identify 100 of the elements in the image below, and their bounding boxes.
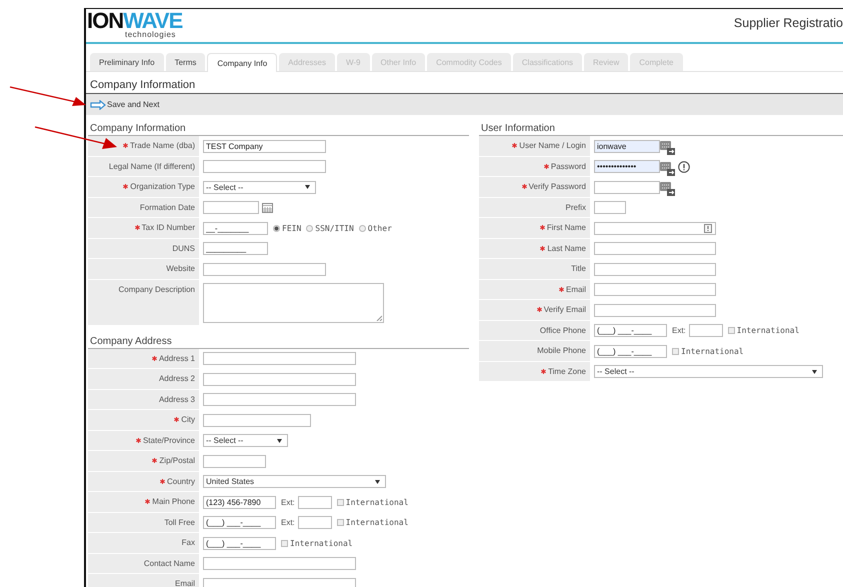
save-next-button[interactable]: Save and Next: [90, 98, 160, 112]
field-label: Zip/Postal: [159, 456, 195, 465]
checkbox-label: International: [290, 538, 353, 548]
checkbox-label: International: [346, 518, 408, 527]
field-label: Company Description: [118, 284, 195, 294]
input-field[interactable]: [594, 222, 716, 234]
input-field[interactable]: [203, 262, 326, 276]
ext-label: Ext:: [672, 326, 686, 335]
checkbox[interactable]: [728, 327, 735, 334]
phone-field[interactable]: (123) 456-7890: [203, 496, 276, 508]
field-label: Formation Date: [140, 202, 195, 212]
input-field[interactable]: [594, 180, 660, 194]
field-label: Address 3: [158, 394, 195, 404]
input-field[interactable]: [203, 454, 266, 468]
ext-field[interactable]: [298, 496, 332, 508]
field-label: DUNS: [172, 244, 195, 252]
checkbox[interactable]: [281, 540, 288, 546]
field-label: Prefix: [566, 202, 586, 212]
field-label: Time Zone: [548, 366, 586, 376]
tab[interactable]: Company Info: [207, 53, 278, 72]
keypad-icon[interactable]: [660, 162, 675, 176]
field-label: Fax: [182, 538, 195, 547]
input-field[interactable]: ••••••••••••••: [594, 160, 660, 173]
field-label: Country: [166, 476, 195, 486]
field-label: Email: [566, 284, 586, 294]
radio-button[interactable]: [358, 224, 366, 232]
field-label: Verify Password: [528, 182, 586, 191]
input-field[interactable]: _________: [203, 242, 268, 255]
input-field[interactable]: [203, 557, 356, 570]
select-field[interactable]: United States: [203, 475, 386, 488]
select-field[interactable]: -- Select --: [203, 434, 288, 447]
input-field[interactable]: [594, 242, 716, 255]
phone-field[interactable]: (___) ___-____: [594, 344, 667, 358]
info-icon[interactable]: [678, 160, 690, 172]
field-label: Main Phone: [152, 497, 195, 506]
ext-label: Ext:: [281, 498, 295, 506]
input-field[interactable]: [203, 372, 356, 386]
tab[interactable]: Preliminary Info: [90, 53, 164, 71]
input-field[interactable]: [203, 201, 259, 214]
field-label: Toll Free: [164, 518, 195, 526]
input-field[interactable]: [203, 578, 356, 587]
radio-label: Other: [368, 224, 392, 232]
keypad-icon[interactable]: [660, 141, 675, 155]
field-label: Mobile Phone: [537, 346, 586, 355]
input-field[interactable]: [203, 414, 311, 426]
caret-icon: [305, 185, 310, 189]
input-field[interactable]: [203, 160, 326, 173]
ext-field[interactable]: [298, 516, 332, 529]
input-field[interactable]: [203, 352, 356, 365]
radio-label: SSN/ITIN: [315, 224, 354, 232]
page-header-title: Supplier Registratio: [734, 16, 843, 30]
field-label: Last Name: [547, 244, 586, 252]
phone-field[interactable]: (___) ___-____: [203, 516, 276, 529]
field-label: Address 1: [158, 354, 195, 362]
select-field[interactable]: -- Select --: [203, 180, 316, 194]
checkbox-label: International: [736, 326, 800, 335]
checkbox[interactable]: [336, 498, 344, 506]
logo-wordmark: IONWAVE: [87, 11, 182, 31]
ext-field[interactable]: [688, 324, 723, 337]
input-field[interactable]: TEST Company: [203, 140, 326, 152]
checkbox-label: International: [346, 498, 408, 506]
ext-label: Ext:: [281, 518, 295, 527]
field-label: Password: [550, 162, 586, 170]
phone-field[interactable]: (___) ___-____: [203, 536, 276, 550]
tab[interactable]: Terms: [166, 53, 206, 71]
input-field[interactable]: [594, 201, 626, 214]
caret-icon: [375, 480, 380, 484]
field-label: State/Province: [142, 436, 195, 444]
field-label: Trade Name (dba): [130, 141, 195, 150]
input-field[interactable]: [594, 304, 716, 316]
field-label: Tax ID Number: [142, 223, 195, 232]
input-field[interactable]: __-_______: [203, 222, 268, 234]
field-label: Address 2: [158, 374, 195, 383]
field-label: Email: [174, 579, 195, 587]
checkbox[interactable]: [336, 519, 344, 526]
caret-icon: [277, 438, 282, 442]
select-field[interactable]: -- Select --: [594, 365, 823, 378]
field-label: Office Phone: [540, 326, 586, 334]
field-label: Verify Email: [544, 305, 586, 314]
radio-button[interactable]: [273, 224, 280, 232]
caret-icon: [812, 370, 817, 374]
checkbox[interactable]: [672, 348, 679, 354]
radio-label: FEIN: [282, 224, 302, 232]
input-field[interactable]: [594, 283, 716, 296]
phone-field[interactable]: (___) ___-____: [594, 324, 667, 337]
resize-grip-icon[interactable]: [376, 314, 382, 320]
checkbox-label: International: [681, 346, 744, 356]
field-label: User Name / Login: [519, 141, 586, 150]
radio-button[interactable]: [306, 224, 314, 232]
field-label: First Name: [546, 223, 586, 232]
field-label: Legal Name (If different): [108, 162, 195, 170]
keypad-icon[interactable]: [660, 182, 675, 196]
field-label: Contact Name: [144, 558, 195, 568]
textarea-field[interactable]: [203, 282, 384, 322]
calendar-icon[interactable]: [262, 202, 273, 212]
field-label: City: [181, 415, 195, 424]
input-field[interactable]: [203, 393, 356, 406]
input-field[interactable]: [594, 262, 716, 276]
input-field[interactable]: ionwave: [594, 140, 660, 152]
arrow-right-icon: [90, 100, 106, 110]
